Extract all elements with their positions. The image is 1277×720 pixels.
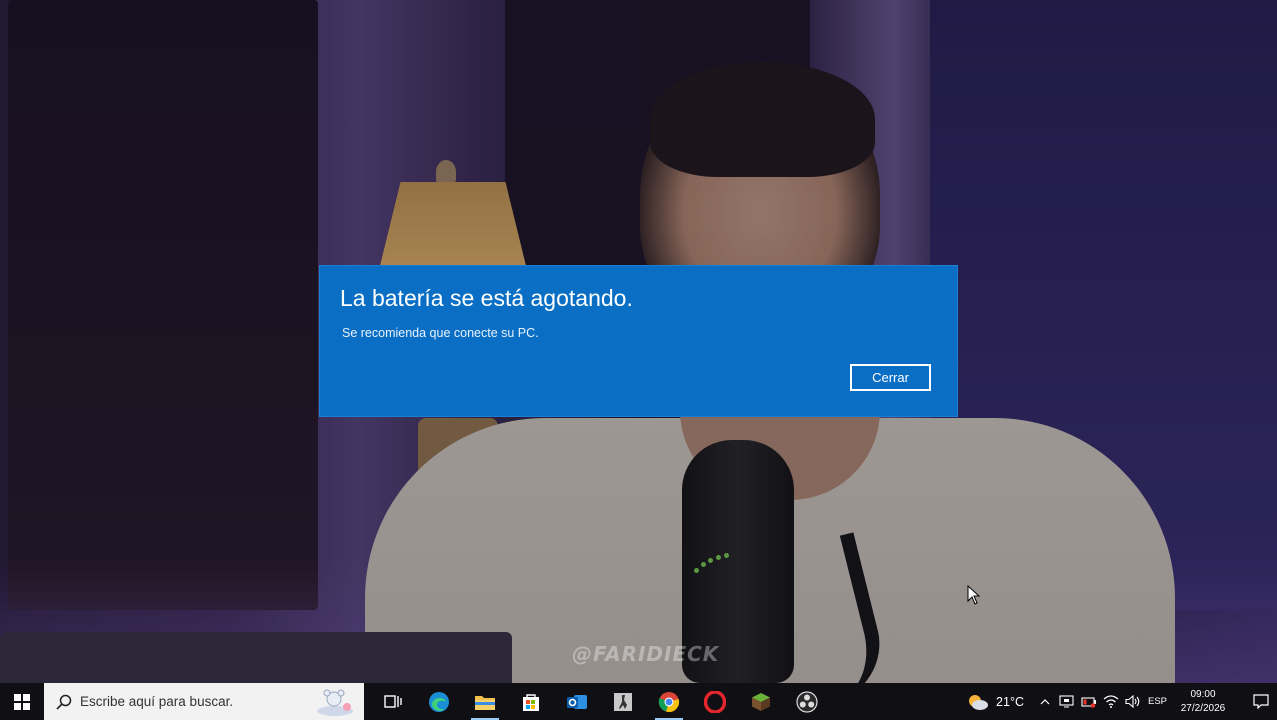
input-language-indicator[interactable]: ESP [1148,696,1167,707]
weather-temperature: 21°C [996,694,1024,709]
clock-time: 09:00 [1190,688,1216,700]
edge-icon[interactable] [416,683,462,720]
taskbar: Escribe aquí para buscar. 21°C ESP 09:00… [0,683,1277,720]
microsoft-store-icon[interactable] [508,683,554,720]
task-view-icon[interactable] [370,683,416,720]
obs-icon[interactable] [784,683,830,720]
weather-sun-cloud-icon [969,694,989,710]
battery-notification: La batería se está agotando. Se recomien… [319,265,958,417]
start-button[interactable] [0,683,44,720]
screen-share-icon[interactable] [1056,683,1078,720]
minecraft-icon[interactable] [738,683,784,720]
search-box[interactable]: Escribe aquí para buscar. [44,683,364,720]
notification-message: Se recomienda que conecte su PC. [342,326,539,340]
system-tray: 21°C ESP 09:00 27/2/2026 [966,683,1277,720]
search-icon [56,694,72,710]
notification-title: La batería se está agotando. [340,285,633,311]
clock[interactable]: 09:00 27/2/2026 [1175,688,1231,716]
search-highlight-icon [317,689,353,716]
search-placeholder: Escribe aquí para buscar. [80,694,234,709]
opera-icon[interactable] [692,683,738,720]
outlook-icon[interactable] [554,683,600,720]
volume-icon[interactable] [1122,683,1144,720]
battery-warning-icon[interactable] [1078,683,1100,720]
clock-date: 27/2/2026 [1180,702,1226,714]
pinned-apps [370,683,830,720]
close-button[interactable]: Cerrar [850,364,931,391]
weather-widget[interactable]: 21°C [966,693,1024,711]
windows-logo-icon [14,693,30,710]
show-hidden-icons-chevron-up-icon[interactable] [1034,683,1056,720]
chrome-icon[interactable] [646,683,692,720]
action-center-icon[interactable] [1245,683,1277,720]
counter-strike-icon[interactable] [600,683,646,720]
file-explorer-icon[interactable] [462,683,508,720]
watermark: @FARIDIECK [572,642,720,666]
wifi-icon[interactable] [1100,683,1122,720]
